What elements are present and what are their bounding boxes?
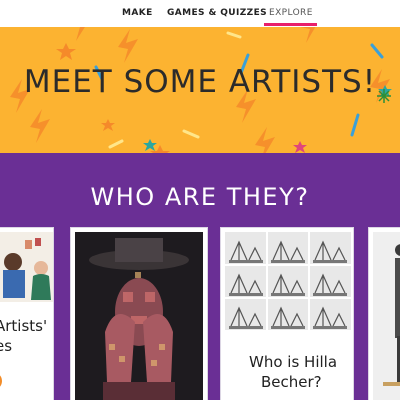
- orange-circle-icon: [0, 375, 2, 387]
- card-title-line1: Artists': [0, 317, 48, 335]
- nav-item-games-quizzes[interactable]: GAMES & QUIZZES: [167, 8, 267, 18]
- active-tab-indicator: [264, 23, 317, 26]
- nav-item-make[interactable]: MAKE: [122, 8, 153, 18]
- card-title-line2: Becher?: [261, 373, 322, 391]
- portrait-illustration-icon: [0, 232, 53, 302]
- artists-section: WHO ARE THEY? Artists' es: [0, 153, 400, 400]
- top-nav: MAKE GAMES & QUIZZES EXPLORE: [0, 0, 400, 27]
- nav-item-explore[interactable]: EXPLORE: [269, 8, 313, 18]
- page-title: MEET SOME ARTISTS!: [23, 64, 377, 100]
- artist-card-4[interactable]: [368, 227, 400, 400]
- card-title-line1: Who is Hilla: [249, 353, 338, 371]
- artist-card-1[interactable]: Artists' es: [0, 227, 54, 400]
- artist-card-2[interactable]: [70, 227, 208, 400]
- hero-banner: MEET SOME ARTISTS!: [0, 27, 400, 153]
- section-title: WHO ARE THEY?: [90, 183, 310, 211]
- masked-face-collage-icon: [75, 232, 203, 400]
- standing-figure-photo-icon: [373, 232, 400, 400]
- artist-card-hilla-becher[interactable]: Who is Hilla Becher?: [220, 227, 354, 400]
- card-title-line2: es: [0, 337, 13, 355]
- industrial-tower-photo-grid-icon: [225, 232, 351, 330]
